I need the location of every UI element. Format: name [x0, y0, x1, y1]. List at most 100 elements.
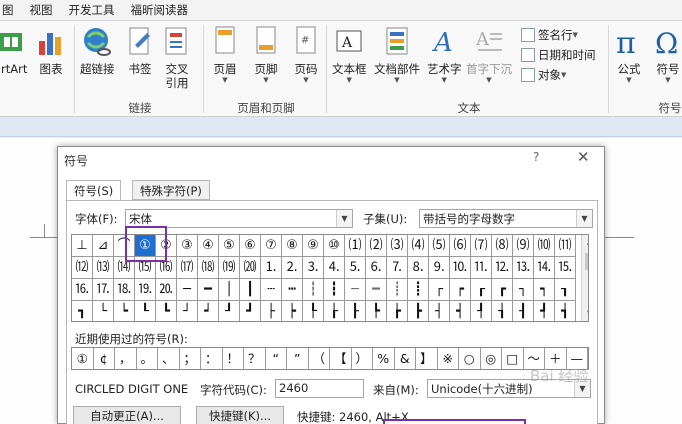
symbol-cell[interactable]: ┞: [303, 301, 324, 321]
autocorrect-button[interactable]: 自动更正(A)...: [73, 406, 181, 424]
character-code-input[interactable]: 2460: [275, 379, 364, 398]
object-button[interactable]: 对象 ▼: [521, 67, 566, 83]
symbol-cell[interactable]: ┍: [450, 279, 471, 301]
symbol-cell[interactable]: ┆: [303, 279, 324, 301]
symbol-cell[interactable]: ⑾: [555, 235, 576, 257]
wordart-button[interactable]: A 艺术字 ▼: [427, 25, 462, 85]
symbol-cell[interactable]: ┢: [387, 301, 408, 321]
symbol-cell[interactable]: ⒎: [387, 257, 408, 279]
symbol-cell[interactable]: └: [93, 301, 114, 321]
symbol-cell[interactable]: ┠: [345, 301, 366, 321]
symbol-cell[interactable]: ┘: [177, 301, 198, 321]
symbol-cell[interactable]: ⒆: [219, 257, 240, 279]
symbol-cell[interactable]: ┝: [282, 301, 303, 321]
drop-cap-button[interactable]: A 首字下沉 ▼: [466, 25, 512, 85]
shortcut-key-button[interactable]: 快捷键(K)...: [196, 406, 284, 424]
symbol-cell[interactable]: ┓: [72, 301, 93, 321]
symbol-cell[interactable]: ⒇: [240, 257, 261, 279]
signature-line-button[interactable]: 签名行 ▼: [521, 27, 578, 43]
recent-symbol-cell[interactable]: %: [373, 348, 395, 370]
bookmark-button[interactable]: 书签: [125, 25, 155, 76]
symbol-cell[interactable]: ⒑: [450, 257, 471, 279]
symbol-cell[interactable]: ┇: [324, 279, 345, 301]
chevron-down-icon[interactable]: ▼: [336, 210, 352, 227]
symbol-cell[interactable]: ⑧: [282, 235, 303, 257]
recent-symbol-cell[interactable]: ”: [287, 348, 309, 370]
symbol-cell[interactable]: ⒕: [534, 257, 555, 279]
recent-symbol-cell[interactable]: ，: [115, 348, 137, 370]
symbol-cell[interactable]: ┧: [492, 301, 513, 321]
symbol-cell[interactable]: ┎: [471, 279, 492, 301]
symbol-cell[interactable]: ⒊: [303, 257, 324, 279]
symbol-cell[interactable]: ⒋: [324, 257, 345, 279]
symbol-cell[interactable]: ⑶: [387, 235, 408, 257]
footer-button[interactable]: 页脚 ▼: [251, 25, 281, 85]
symbol-cell[interactable]: ⑩: [324, 235, 345, 257]
symbol-cell[interactable]: ⒄: [177, 257, 198, 279]
equation-button[interactable]: π 公式 ▼: [614, 25, 644, 85]
symbol-cell[interactable]: ┄: [261, 279, 282, 301]
recent-symbol-cell[interactable]: ◎: [481, 348, 502, 370]
symbol-cell[interactable]: ┈: [345, 279, 366, 301]
close-button[interactable]: ✕: [577, 148, 590, 166]
menu-item-view[interactable]: 视图: [22, 2, 61, 18]
quick-parts-button[interactable]: 文档部件 ▼: [374, 25, 420, 85]
menu-item-developer[interactable]: 开发工具: [61, 2, 123, 18]
symbol-cell[interactable]: ⑨: [303, 235, 324, 257]
symbol-cell[interactable]: │: [219, 279, 240, 301]
recent-symbol-cell[interactable]: &: [395, 348, 416, 370]
symbol-cell[interactable]: ┕: [114, 301, 135, 321]
symbol-cell[interactable]: ┤: [429, 301, 450, 321]
recent-symbol-cell[interactable]: 、: [158, 348, 180, 370]
symbol-cell[interactable]: ┐: [513, 279, 534, 301]
recent-symbols-row[interactable]: ① ¢，。、；：！？ “” （【）% &】 ※ ○ ◎ □ ～＋ —: [71, 347, 589, 370]
symbol-cell[interactable]: ┩: [534, 301, 555, 321]
symbol-cell[interactable]: ⊿: [93, 235, 114, 257]
symbol-grid-scrollbar[interactable]: ▲ ▼: [581, 235, 588, 321]
scroll-up-icon[interactable]: ▲: [582, 237, 588, 246]
symbol-cell[interactable]: ⒖: [555, 257, 576, 279]
recent-symbol-cell[interactable]: 】: [416, 348, 438, 370]
symbol-cell[interactable]: ⑷: [408, 235, 429, 257]
symbol-cell[interactable]: ┨: [513, 301, 534, 321]
symbol-cell[interactable]: ┃: [240, 279, 261, 301]
symbol-cell[interactable]: ┌: [429, 279, 450, 301]
symbol-cell[interactable]: ⑸: [429, 235, 450, 257]
symbol-cell[interactable]: ┙: [198, 301, 219, 321]
symbol-cell[interactable]: ⒏: [408, 257, 429, 279]
symbol-cell[interactable]: ⑻: [492, 235, 513, 257]
symbol-cell[interactable]: ┟: [324, 301, 345, 321]
smartart-button[interactable]: artArt: [0, 25, 27, 76]
recent-symbol-cell[interactable]: ？: [244, 348, 266, 370]
symbol-cell[interactable]: ┋: [408, 279, 429, 301]
symbol-cell[interactable]: ⒙: [114, 279, 135, 301]
cross-reference-button[interactable]: 交叉引用: [162, 25, 192, 90]
symbol-cell[interactable]: ┅: [282, 279, 303, 301]
symbol-cell[interactable]: ┖: [135, 301, 156, 321]
symbol-cell[interactable]: ┚: [219, 301, 240, 321]
recent-symbol-cell[interactable]: ：: [201, 348, 223, 370]
symbol-cell[interactable]: ⑿: [72, 257, 93, 279]
help-button[interactable]: ?: [533, 150, 539, 164]
symbol-cell[interactable]: ⒐: [429, 257, 450, 279]
symbol-cell[interactable]: ⑹: [450, 235, 471, 257]
recent-symbol-cell[interactable]: ○: [459, 348, 481, 370]
chevron-down-icon[interactable]: ▼: [576, 210, 592, 227]
symbol-cell[interactable]: ⑵: [366, 235, 387, 257]
recent-symbol-cell[interactable]: □: [502, 348, 524, 370]
recent-symbol-cell[interactable]: ！: [223, 348, 244, 370]
symbol-button[interactable]: Ω 符号 ▼: [653, 25, 682, 85]
menu-item-0[interactable]: 图: [0, 2, 22, 18]
symbol-cell[interactable]: ⑤: [219, 235, 240, 257]
symbol-cell[interactable]: ⒌: [345, 257, 366, 279]
recent-symbol-cell[interactable]: ¢: [94, 348, 115, 370]
symbol-cell[interactable]: ⑽: [534, 235, 555, 257]
symbol-cell[interactable]: ┥: [450, 301, 471, 321]
symbol-cell[interactable]: ⒗: [72, 279, 93, 301]
symbol-cell[interactable]: ⑦: [261, 235, 282, 257]
recent-symbol-cell[interactable]: “: [266, 348, 287, 370]
symbol-cell[interactable]: ⒍: [366, 257, 387, 279]
symbol-cell[interactable]: ├: [261, 301, 282, 321]
symbol-cell[interactable]: ┗: [156, 301, 177, 321]
recent-symbol-cell[interactable]: ※: [438, 348, 459, 370]
